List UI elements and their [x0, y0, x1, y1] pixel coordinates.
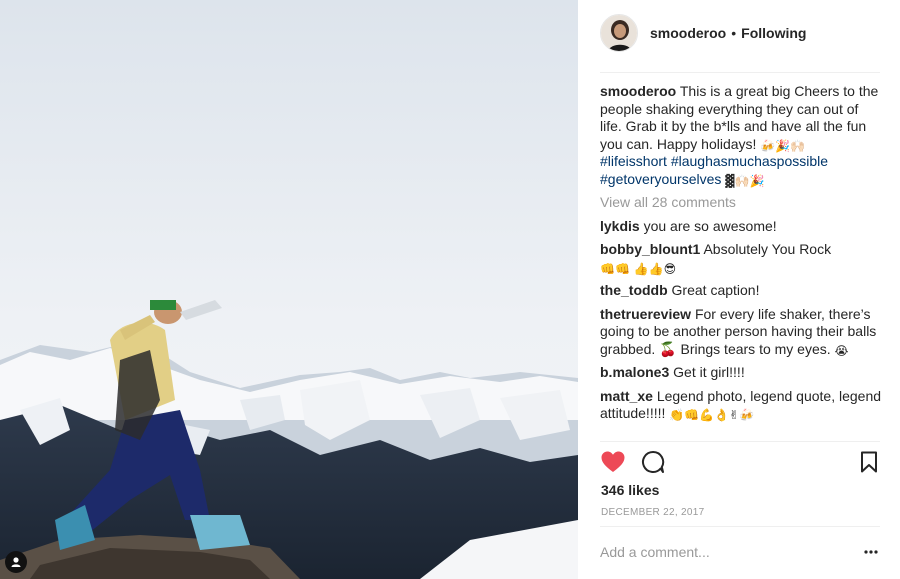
hashtag-link[interactable]: #laughasmuchaspossible [671, 153, 828, 169]
comment-text: Get it girl!!!! [673, 364, 745, 380]
comment-item: thetruereview For every life shaker, the… [600, 306, 882, 359]
post-header: smooderoo • Following [600, 13, 806, 53]
comment-item: bobby_blount1 Absolutely You Rock 👊👊 👍👍😎 [600, 241, 882, 276]
comments-divider [600, 441, 880, 442]
comment-item: b.malone3 Get it girl!!!! [600, 364, 882, 382]
comment-text: you are so awesome! [643, 217, 777, 234]
user-tag-icon[interactable] [5, 551, 27, 573]
avatar[interactable] [600, 14, 638, 52]
post-side-panel: smooderoo • Following smooderoo This is … [578, 0, 900, 579]
add-comment-input[interactable] [600, 540, 880, 564]
caption-emojis-2: ▓🙌🏻🎉 [725, 173, 765, 188]
action-bar [600, 449, 882, 475]
comment-bubble-icon[interactable] [640, 449, 666, 475]
hashtag-link[interactable]: #getoveryourselves [600, 171, 721, 187]
more-options-icon[interactable] [863, 545, 879, 559]
comment-text: Absolutely You Rock [703, 241, 832, 257]
comment-item: the_toddb Great caption! [600, 282, 882, 300]
comment-emojis: 👏👊💪👌✌🍻 [669, 408, 755, 422]
comment-username[interactable]: thetruereview [600, 306, 691, 322]
likes-count[interactable]: 346 likes [601, 482, 659, 498]
following-button[interactable]: Following [741, 25, 806, 41]
header-divider [600, 72, 880, 73]
comment-text: Great caption! [671, 282, 760, 298]
caption-username[interactable]: smooderoo [600, 83, 676, 99]
comments-list[interactable]: smooderoo This is a great big Cheers to … [600, 83, 882, 441]
post-photo[interactable] [0, 0, 578, 579]
comment-item: lykdis you are so awesome! [600, 218, 882, 236]
post-date: December 22, 2017 [601, 507, 705, 518]
heart-icon[interactable] [600, 449, 626, 475]
bookmark-icon[interactable] [856, 449, 882, 475]
comment-username[interactable]: bobby_blount1 [600, 241, 700, 257]
footer-divider [600, 526, 880, 527]
view-all-comments-link[interactable]: View all 28 comments [600, 194, 882, 212]
caption-emojis-1: 🍻🎉🙌🏻 [760, 138, 806, 153]
comment-username[interactable]: the_toddb [600, 282, 668, 298]
caption: smooderoo This is a great big Cheers to … [600, 83, 882, 188]
comment-username[interactable]: lykdis [600, 218, 640, 234]
header-separator: • [731, 25, 737, 41]
comment-emojis: 😭 [834, 343, 849, 358]
comment-emojis: 👊👊 👍👍😎 [600, 261, 677, 276]
photo-illustration [0, 0, 578, 579]
comment-item: matt_xe Legend photo, legend quote, lege… [600, 388, 882, 423]
comment-username[interactable]: b.malone3 [600, 364, 669, 380]
header-username[interactable]: smooderoo [650, 25, 726, 41]
hashtag-link[interactable]: #lifeisshort [600, 153, 667, 169]
comment-username[interactable]: matt_xe [600, 388, 653, 404]
